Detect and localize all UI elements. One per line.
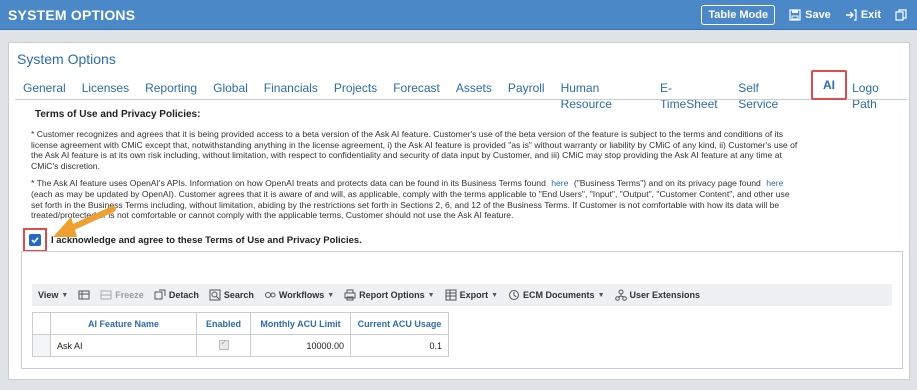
- ai-features-table: AI Feature Name Enabled Monthly ACU Limi…: [32, 312, 449, 357]
- chevron-down-icon: ▼: [427, 291, 435, 299]
- chevron-down-icon: ▼: [327, 291, 335, 299]
- tab-e-timesheet[interactable]: E-TimeSheet: [652, 80, 730, 111]
- title-bar: SYSTEM OPTIONS Table Mode Save Exit: [0, 0, 917, 30]
- business-terms-link[interactable]: here: [551, 178, 568, 188]
- copy-icon: [895, 8, 907, 21]
- checkbox-checked-indicator: [29, 234, 41, 246]
- search-label: Search: [223, 290, 254, 300]
- ecm-documents-icon: [509, 290, 520, 300]
- title-actions: Table Mode Save Exit: [701, 4, 907, 25]
- ecm-documents-menu[interactable]: ECM Documents ▼: [508, 289, 605, 301]
- row-selector[interactable]: [32, 334, 51, 357]
- panel-title: System Options: [17, 51, 116, 67]
- tab-logo-path[interactable]: Logo Path: [844, 80, 909, 111]
- exit-icon: [845, 8, 857, 21]
- ai-terms-content: Terms of Use and Privacy Policies: * Cus…: [23, 109, 899, 221]
- tab-self-service[interactable]: Self Service: [730, 80, 803, 111]
- cell-ai-feature-name[interactable]: Ask AI: [50, 334, 197, 357]
- tab-financials[interactable]: Financials: [256, 80, 326, 101]
- column-header-enabled[interactable]: Enabled: [196, 312, 251, 335]
- window-title: SYSTEM OPTIONS: [8, 6, 136, 23]
- view-label: View: [38, 290, 59, 300]
- tab-human-resource[interactable]: Human Resource: [553, 80, 652, 111]
- tab-general[interactable]: General: [15, 80, 74, 101]
- save-button[interactable]: Save: [789, 9, 831, 21]
- privacy-page-link[interactable]: here: [766, 178, 783, 188]
- tab-projects[interactable]: Projects: [326, 80, 385, 101]
- save-label: Save: [805, 8, 831, 21]
- tab-assets[interactable]: Assets: [448, 80, 500, 101]
- tab-divider: [15, 99, 907, 100]
- terms-paragraph-2: * The Ask AI feature uses OpenAI's APIs.…: [31, 178, 801, 220]
- export-menu[interactable]: Export ▼: [445, 289, 498, 301]
- tab-global[interactable]: Global: [205, 80, 256, 101]
- table-mode-button[interactable]: Table Mode: [701, 4, 776, 25]
- tab-payroll[interactable]: Payroll: [500, 80, 553, 101]
- row-header-corner: [32, 312, 51, 335]
- terms-paragraph-2-mid: ("Business Terms") and on its privacy pa…: [573, 178, 761, 189]
- export-icon: [445, 289, 457, 301]
- column-header-current-acu-usage[interactable]: Current ACU Usage: [350, 312, 449, 335]
- terms-paragraph-2-start: * The Ask AI feature uses OpenAI's APIs.…: [31, 178, 546, 189]
- exit-label: Exit: [860, 8, 881, 21]
- cell-enabled: [196, 334, 251, 357]
- column-header-monthly-acu-limit[interactable]: Monthly ACU Limit: [250, 312, 351, 335]
- user-extensions-icon: [614, 289, 627, 301]
- export-label: Export: [459, 290, 489, 300]
- format-icon: [78, 290, 90, 300]
- terms-paragraph-2-end: (each as may be updated by OpenAI). Cust…: [31, 188, 790, 221]
- grid-toolbar: View ▼ Freeze Detach Search Workflows ▼ …: [32, 284, 892, 306]
- tab-ai-label: AI: [823, 78, 835, 92]
- workflows-menu[interactable]: Workflows ▼: [264, 289, 334, 301]
- user-extensions-label: User Extensions: [629, 290, 701, 300]
- enabled-checkbox: [218, 338, 229, 350]
- chevron-down-icon: ▼: [491, 291, 499, 299]
- export-window-button[interactable]: [895, 8, 907, 21]
- report-options-menu[interactable]: Report Options ▼: [344, 289, 435, 301]
- check-icon: [31, 237, 39, 244]
- format-button[interactable]: [78, 289, 90, 301]
- tab-licenses[interactable]: Licenses: [74, 80, 137, 101]
- terms-paragraph-1: * Customer recognizes and agrees that it…: [31, 129, 798, 171]
- search-icon: [209, 289, 221, 301]
- detach-button[interactable]: Detach: [154, 289, 199, 301]
- tab-forecast[interactable]: Forecast: [385, 80, 448, 101]
- user-extensions-button[interactable]: User Extensions: [614, 289, 701, 301]
- tab-bar: General Licenses Reporting Global Financ…: [15, 77, 909, 111]
- column-header-ai-feature-name[interactable]: AI Feature Name: [50, 312, 197, 335]
- report-options-label: Report Options: [359, 290, 425, 300]
- freeze-icon: [100, 290, 112, 300]
- tab-ai[interactable]: AI: [811, 70, 847, 100]
- annotation-arrow-icon: [53, 206, 116, 237]
- print-icon: [344, 289, 356, 301]
- view-menu[interactable]: View ▼: [38, 290, 68, 300]
- system-options-panel: System Options General Licenses Reportin…: [8, 42, 910, 380]
- exit-button[interactable]: Exit: [845, 9, 881, 21]
- ecm-documents-label: ECM Documents: [523, 290, 595, 300]
- tab-reporting[interactable]: Reporting: [137, 80, 205, 101]
- freeze-button[interactable]: Freeze: [100, 289, 144, 301]
- freeze-label: Freeze: [115, 290, 144, 300]
- workflows-icon: [264, 292, 276, 298]
- workflows-label: Workflows: [278, 290, 325, 300]
- acknowledge-checkbox[interactable]: [23, 228, 47, 252]
- detach-label: Detach: [168, 290, 199, 300]
- chevron-down-icon: ▼: [61, 291, 69, 299]
- search-button[interactable]: Search: [209, 289, 254, 301]
- table-header-row: AI Feature Name Enabled Monthly ACU Limi…: [32, 312, 449, 335]
- ai-features-grid: View ▼ Freeze Detach Search Workflows ▼ …: [21, 251, 903, 369]
- cell-current-acu-usage: 0.1: [350, 334, 449, 357]
- terms-title: Terms of Use and Privacy Policies:: [35, 109, 201, 120]
- detach-icon: [154, 289, 166, 300]
- chevron-down-icon: ▼: [597, 291, 605, 299]
- cell-monthly-acu-limit[interactable]: 10000.00: [250, 334, 351, 357]
- table-row[interactable]: Ask AI 10000.00 0.1: [32, 334, 449, 357]
- save-icon: [789, 8, 801, 21]
